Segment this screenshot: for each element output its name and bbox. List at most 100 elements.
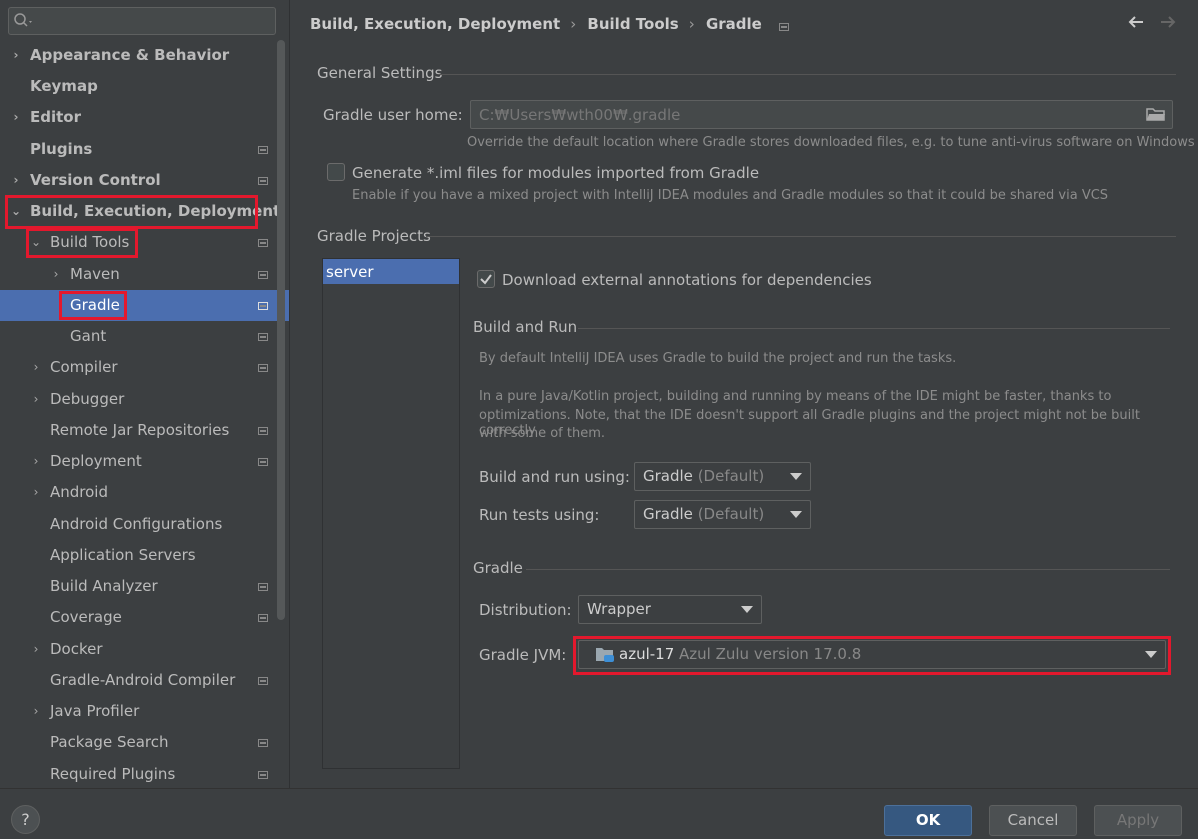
chevron-right-icon: › xyxy=(33,642,39,656)
sidebar-item-editor[interactable]: › Editor xyxy=(0,102,276,133)
sidebar-scrollbar[interactable] xyxy=(277,40,285,620)
gradle-jvm-label: Gradle JVM: xyxy=(479,646,567,664)
select-value: Gradle xyxy=(643,467,693,485)
sidebar-item-java-profiler[interactable]: › Java Profiler xyxy=(0,696,276,727)
sidebar-item-coverage[interactable]: Coverage xyxy=(0,602,276,633)
chevron-right-icon: › xyxy=(53,267,59,281)
sidebar-item-plugins[interactable]: Plugins xyxy=(0,134,276,165)
sidebar-item-deployment[interactable]: › Deployment xyxy=(0,446,276,477)
sidebar-item-gradle[interactable]: Gradle xyxy=(0,290,289,321)
help-button[interactable]: ? xyxy=(11,805,40,834)
select-suffix: (Default) xyxy=(697,467,765,485)
project-scope-icon xyxy=(258,739,268,747)
project-scope-icon xyxy=(258,583,268,591)
download-annotations-label[interactable]: Download external annotations for depend… xyxy=(502,271,872,289)
download-annotations-checkbox[interactable] xyxy=(477,270,495,288)
sidebar-item-remote-jar-repositories[interactable]: Remote Jar Repositories xyxy=(0,415,276,446)
sidebar-item-debugger[interactable]: › Debugger xyxy=(0,384,276,415)
chevron-right-icon: › xyxy=(33,360,39,374)
project-scope-icon xyxy=(258,239,268,247)
dropdown-arrow-icon xyxy=(741,606,753,613)
build-run-using-select[interactable]: Gradle (Default) xyxy=(634,462,811,491)
select-suffix: (Default) xyxy=(697,505,765,523)
generate-iml-checkbox[interactable] xyxy=(327,163,345,181)
breadcrumb: Build, Execution, Deployment › Build Tool… xyxy=(310,14,790,34)
sidebar-item-required-plugins[interactable]: Required Plugins xyxy=(0,759,276,790)
dropdown-arrow-icon xyxy=(790,473,802,480)
generate-iml-hint: Enable if you have a mixed project with … xyxy=(352,188,1109,203)
project-scope-icon xyxy=(258,146,268,154)
settings-search-input[interactable] xyxy=(8,7,276,35)
sidebar-item-appearance[interactable]: › Appearance & Behavior xyxy=(0,40,276,71)
dropdown-arrow-icon xyxy=(790,511,802,518)
project-scope-icon xyxy=(258,364,268,372)
sidebar-item-compiler[interactable]: › Compiler xyxy=(0,352,276,383)
chevron-right-icon: › xyxy=(13,110,19,124)
section-divider xyxy=(438,74,1176,75)
sidebar-item-version-control[interactable]: › Version Control xyxy=(0,165,276,196)
breadcrumb-item[interactable]: Build, Execution, Deployment xyxy=(310,15,560,33)
build-run-description: By default IntelliJ IDEA uses Gradle to … xyxy=(479,351,957,366)
sidebar-item-gant[interactable]: Gant xyxy=(0,321,276,352)
sidebar-item-maven[interactable]: › Maven xyxy=(0,259,276,290)
sidebar-item-gradle-android-compiler[interactable]: Gradle-Android Compiler xyxy=(0,665,276,696)
build-run-note-line1: In a pure Java/Kotlin project, building … xyxy=(479,389,1112,404)
highlight-box xyxy=(573,636,1171,675)
generate-iml-label[interactable]: Generate *.iml files for modules importe… xyxy=(352,164,759,182)
project-scope-icon xyxy=(258,677,268,685)
back-arrow-icon[interactable] xyxy=(1126,14,1146,30)
chevron-right-icon: › xyxy=(33,392,39,406)
sidebar-item-build-analyzer[interactable]: Build Analyzer xyxy=(0,571,276,602)
chevron-right-icon: › xyxy=(33,704,39,718)
sidebar-item-keymap[interactable]: Keymap xyxy=(0,71,276,102)
ok-button[interactable]: OK xyxy=(884,805,972,836)
project-scope-icon xyxy=(258,333,268,341)
highlight-box xyxy=(26,228,138,258)
chevron-right-icon: › xyxy=(13,48,19,62)
gradle-user-home-placeholder: C:₩Users₩wth00₩.gradle xyxy=(479,106,681,124)
distribution-select[interactable]: Wrapper xyxy=(578,595,762,624)
highlight-box xyxy=(59,291,127,320)
apply-button[interactable]: Apply xyxy=(1094,805,1182,836)
cancel-button[interactable]: Cancel xyxy=(989,805,1077,836)
sidebar-item-android[interactable]: › Android xyxy=(0,477,276,508)
sidebar-item-android-configurations[interactable]: Android Configurations xyxy=(0,509,276,540)
breadcrumb-item[interactable]: Build Tools xyxy=(587,15,678,33)
project-scope-icon xyxy=(258,302,268,310)
chevron-right-icon: › xyxy=(13,173,19,187)
project-scope-icon xyxy=(258,271,268,279)
gradle-user-home-label: Gradle user home: xyxy=(323,106,463,124)
checkmark-icon xyxy=(480,274,492,285)
run-tests-using-label: Run tests using: xyxy=(479,506,600,524)
settings-sidebar: › Appearance & Behavior Keymap › Editor … xyxy=(0,0,289,788)
gradle-projects-list[interactable]: server xyxy=(322,258,460,769)
section-divider xyxy=(426,236,1176,237)
distribution-label: Distribution: xyxy=(479,601,572,619)
build-run-note-line3: with some of them. xyxy=(479,426,606,441)
section-divider xyxy=(526,569,1170,570)
project-list-item-server[interactable]: server xyxy=(323,259,459,284)
gradle-user-home-hint: Override the default location where Grad… xyxy=(467,135,1195,150)
section-title-general: General Settings xyxy=(317,64,443,82)
sidebar-item-docker[interactable]: › Docker xyxy=(0,634,276,665)
section-title-gradle-projects: Gradle Projects xyxy=(317,227,431,245)
chevron-right-icon: › xyxy=(33,485,39,499)
run-tests-using-select[interactable]: Gradle (Default) xyxy=(634,500,811,529)
section-divider xyxy=(578,328,1170,329)
section-title-gradle: Gradle xyxy=(473,559,523,577)
select-value: Wrapper xyxy=(587,600,651,618)
project-scope-icon xyxy=(258,614,268,622)
project-scope-icon xyxy=(258,771,268,779)
project-scope-icon xyxy=(258,427,268,435)
search-icon xyxy=(14,13,32,27)
breadcrumb-item: Gradle xyxy=(705,15,762,33)
chevron-right-icon: › xyxy=(33,454,39,468)
gradle-user-home-field[interactable]: C:₩Users₩wth00₩.gradle xyxy=(470,100,1173,129)
forward-arrow-icon[interactable] xyxy=(1158,14,1178,30)
breadcrumb-separator: › xyxy=(570,15,577,33)
project-scope-icon xyxy=(258,177,268,185)
folder-icon[interactable] xyxy=(1146,106,1166,122)
sidebar-item-application-servers[interactable]: Application Servers xyxy=(0,540,276,571)
breadcrumb-separator: › xyxy=(688,15,695,33)
sidebar-item-package-search[interactable]: Package Search xyxy=(0,727,276,758)
